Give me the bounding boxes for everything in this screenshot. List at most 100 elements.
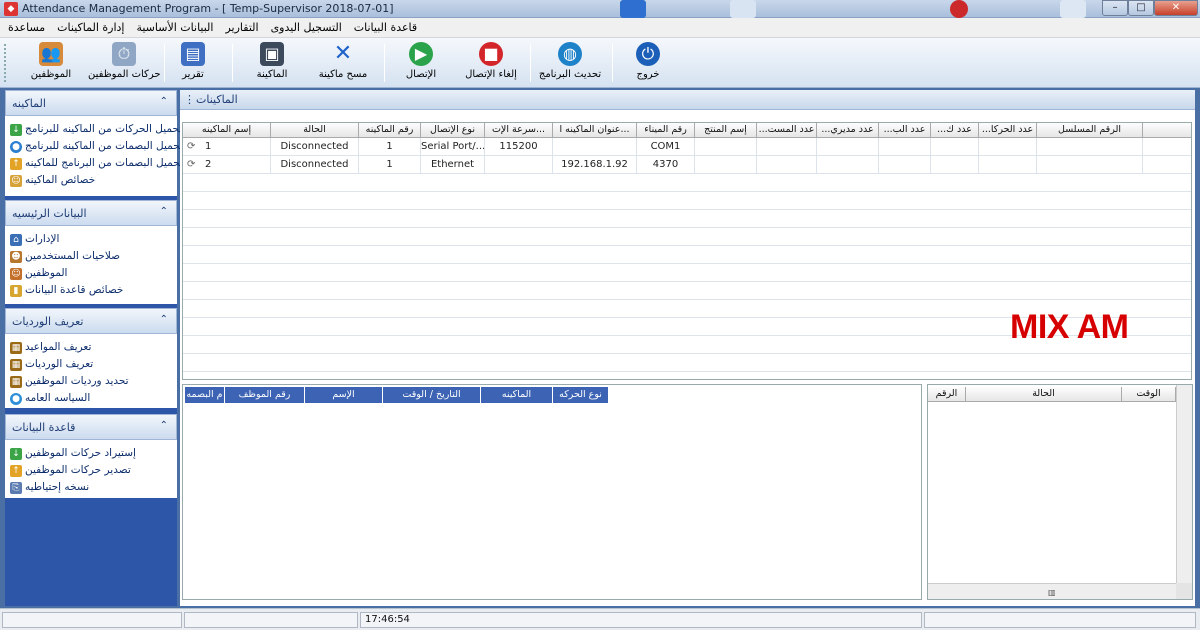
column-header[interactable]: رقم الموظف xyxy=(225,387,305,403)
column-header[interactable]: رقم الماكينه xyxy=(359,123,421,137)
port-cell: COM1 xyxy=(637,138,695,155)
empty-row xyxy=(183,264,1191,282)
empty-cell xyxy=(695,156,757,173)
employee-moves-label: حركات الموظفين xyxy=(88,69,161,80)
maximize-button[interactable]: □ xyxy=(1128,0,1154,16)
sidebar-item-employees[interactable]: ☺ الموظفين xyxy=(5,266,177,283)
group-header[interactable]: قاعدة البيانات ⌃ xyxy=(5,414,177,440)
column-header[interactable]: الحالة xyxy=(966,387,1122,401)
toolbar-separator xyxy=(612,44,613,82)
column-header[interactable]: عنوان الماكينه ا... xyxy=(553,123,637,137)
empty-cell xyxy=(931,138,979,155)
user-key-icon: ☻ xyxy=(10,251,22,263)
column-header[interactable]: ...عدد ك xyxy=(931,123,979,137)
employees-button[interactable]: 👥 الموظفين xyxy=(22,42,80,86)
column-header[interactable]: الرقم xyxy=(928,387,966,401)
column-header[interactable]: م البصمه xyxy=(185,387,225,403)
arrow-up-icon: ↑ xyxy=(10,158,22,170)
menu-database[interactable]: قاعدة البيانات xyxy=(354,21,417,34)
close-button[interactable]: ✕ xyxy=(1154,0,1198,16)
column-header[interactable]: الماكينه xyxy=(481,387,553,403)
update-program-label: تحديث البرنامج xyxy=(538,69,602,80)
background-desktop-icons xyxy=(620,0,1100,18)
minimize-button[interactable]: – xyxy=(1102,0,1128,16)
column-header[interactable]: رقم الميناء xyxy=(637,123,695,137)
machine-button[interactable]: ▣ الماكينة xyxy=(244,42,300,86)
group-header[interactable]: الماكينه ⌃ xyxy=(5,90,177,116)
sidebar-item-assign-employee-shifts[interactable]: ▦ تحديد ورديات الموظفين xyxy=(5,374,177,391)
column-header[interactable]: نوع الحركه xyxy=(553,387,609,403)
toolbar-separator xyxy=(232,44,233,82)
exit-button[interactable]: ⏻ خروج xyxy=(626,42,670,86)
sidebar-item-departments[interactable]: ⌂ الإدارات xyxy=(5,232,177,249)
column-header[interactable]: ...عدد مديري xyxy=(817,123,879,137)
column-header[interactable]: ...عدد المست xyxy=(757,123,817,137)
sidebar-item-import-moves[interactable]: ↓ إستيراد حركات الموظفين xyxy=(5,446,177,463)
port-cell: 4370 xyxy=(637,156,695,173)
sidebar-item-export-moves[interactable]: ↑ تصدير حركات الموظفين xyxy=(5,463,177,480)
arrow-down-icon: ↓ xyxy=(10,124,22,136)
menu-help[interactable]: مساعدة xyxy=(8,21,45,34)
clear-machine-button[interactable]: ✕ مسح ماكينة xyxy=(314,42,372,86)
sidebar-item-define-schedules[interactable]: ▦ تعريف المواعيد xyxy=(5,340,177,357)
column-header[interactable]: إسم المنتج xyxy=(695,123,757,137)
users-icon: ☺ xyxy=(10,175,22,187)
backup-icon: ⎘ xyxy=(10,482,22,494)
sidebar-item-backup[interactable]: ⎘ نسخه إحتياطيه xyxy=(5,480,177,497)
delete-x-icon: ✕ xyxy=(333,41,353,66)
vertical-scrollbar[interactable] xyxy=(1176,385,1192,583)
watermark-text: MIX AM xyxy=(1010,308,1129,346)
group-header[interactable]: تعريف الورديات ⌃ xyxy=(5,308,177,334)
report-button[interactable]: ▤ تقرير xyxy=(170,42,216,86)
sidebar-item-user-permissions[interactable]: ☻ صلاحيات المستخدمين xyxy=(5,249,177,266)
connect-button[interactable]: ▶ الإتصال xyxy=(396,42,446,86)
disconnect-button[interactable]: ■ إلغاء الإتصال xyxy=(460,42,522,86)
tab-machines[interactable]: الماكينات xyxy=(196,93,238,106)
menu-reports[interactable]: التقارير xyxy=(225,21,258,34)
column-header[interactable]: سرعة الإت... xyxy=(485,123,553,137)
sidebar-item-define-shifts[interactable]: ▦ تعريف الورديات xyxy=(5,357,177,374)
sidebar-item-machine-properties[interactable]: ☺ خصائص الماكينه xyxy=(5,173,177,190)
column-header[interactable]: التاريخ / الوقت xyxy=(383,387,481,403)
group-header[interactable]: البيانات الرئيسيه ⌃ xyxy=(5,200,177,226)
column-header[interactable]: نوع الإتصال xyxy=(421,123,485,137)
machine-name-cell: 2 xyxy=(183,156,271,173)
column-header[interactable]: ...عدد الحركا xyxy=(979,123,1037,137)
attendance-log-grid[interactable]: م البصمه رقم الموظف الإسم التاريخ / الوق… xyxy=(182,384,922,600)
sidebar-item-download-fingerprints[interactable]: ● تحميل البصمات من الماكينه للبرنامج xyxy=(5,139,183,156)
menu-machines-management[interactable]: إدارة الماكينات xyxy=(57,21,124,34)
status-grid[interactable]: الرقم الحالة الوقت ▥ xyxy=(927,384,1193,600)
toolbar: 👥 الموظفين ⏱ حركات الموظفين ▤ تقرير ▣ ال… xyxy=(0,38,1200,88)
column-header[interactable]: الرقم المسلسل xyxy=(1037,123,1143,137)
empty-row xyxy=(183,282,1191,300)
collapse-chevron-icon[interactable]: ⌃ xyxy=(160,314,168,325)
baud-rate-cell xyxy=(485,156,553,173)
sidebar-item-download-moves[interactable]: ↓ تحميل الحركات من الماكينه للبرنامج xyxy=(5,122,182,139)
sidebar-item-general-policy[interactable]: ● السياسه العامه xyxy=(5,391,177,408)
users-icon: 👥 xyxy=(39,42,63,66)
scroll-grip-icon[interactable]: ▥ xyxy=(1048,588,1056,597)
employee-moves-button[interactable]: ⏱ حركات الموظفين xyxy=(88,42,161,86)
empty-cell xyxy=(817,138,879,155)
sidebar-item-database-properties[interactable]: ▮ خصائص قاعدة البيانات xyxy=(5,283,177,300)
update-program-button[interactable]: ◍ تحديث البرنامج xyxy=(538,42,602,86)
menu-manual-entry[interactable]: التسجيل اليدوى xyxy=(271,21,342,34)
menu-basic-data[interactable]: البيانات الأساسية xyxy=(136,21,213,34)
column-header[interactable]: الوقت xyxy=(1122,387,1176,401)
empty-cell xyxy=(757,156,817,173)
status-table-header: الرقم الحالة الوقت xyxy=(928,387,1176,402)
column-header[interactable]: إسم الماكينه xyxy=(183,123,271,137)
horizontal-scrollbar[interactable]: ▥ xyxy=(928,583,1176,599)
empty-row xyxy=(183,246,1191,264)
sidebar-item-upload-fingerprints[interactable]: ↑ تحميل البصمات من البرنامج للماكينه xyxy=(5,156,183,173)
column-header[interactable]: ...عدد الب xyxy=(879,123,931,137)
table-row[interactable]: ⟳ 1 Disconnected 1 Serial Port/... 11520… xyxy=(183,138,1191,156)
column-header[interactable]: الحالة xyxy=(271,123,359,137)
status-pane xyxy=(2,612,182,628)
table-row[interactable]: ⟳ 2 Disconnected 1 Ethernet 192.168.1.92… xyxy=(183,156,1191,174)
collapse-chevron-icon[interactable]: ⌃ xyxy=(160,420,168,431)
empty-cell xyxy=(1037,156,1143,173)
column-header[interactable]: الإسم xyxy=(305,387,383,403)
collapse-chevron-icon[interactable]: ⌃ xyxy=(160,206,168,217)
collapse-chevron-icon[interactable]: ⌃ xyxy=(160,96,168,107)
